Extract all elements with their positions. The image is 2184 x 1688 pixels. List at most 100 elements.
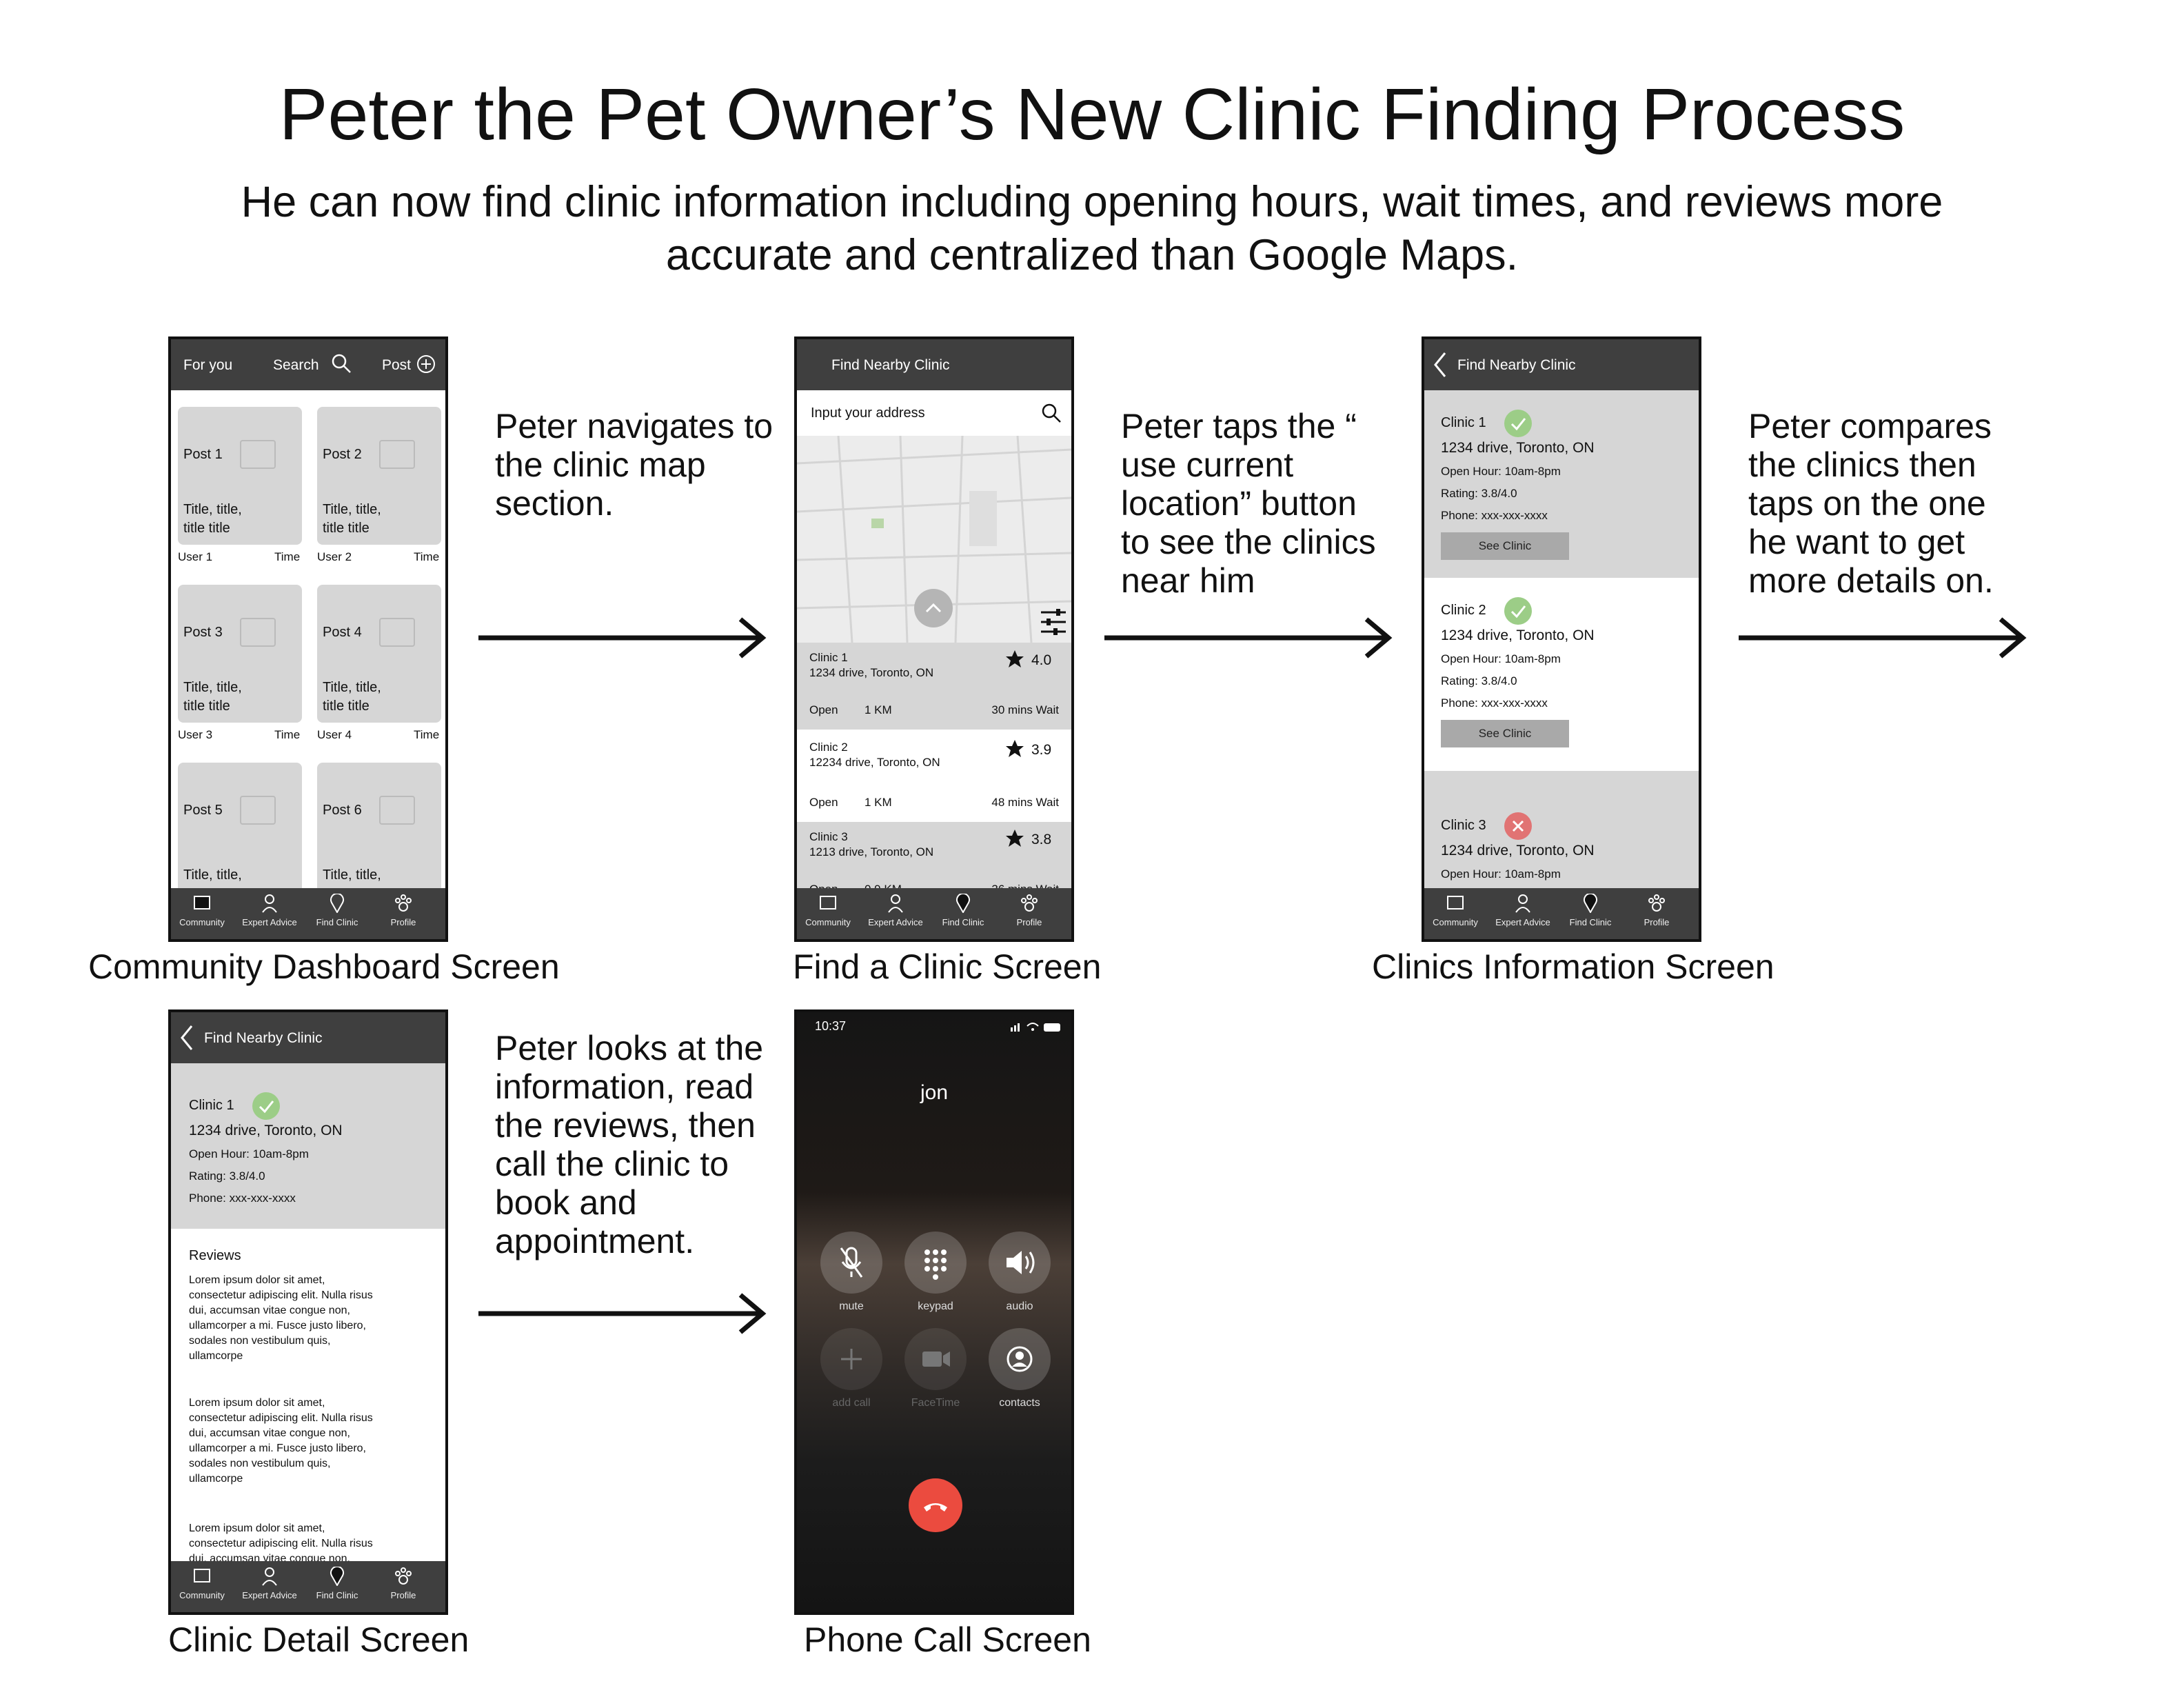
tab-community[interactable]: Community [797,894,859,927]
filter-icon[interactable] [1040,607,1067,637]
image-placeholder-icon [379,440,415,469]
star-icon [1006,650,1024,667]
tab-profile[interactable]: Profile [1626,894,1688,927]
chevron-up-icon [925,603,942,613]
post-card[interactable]: Post 2 Title, title, title title [317,407,441,545]
mute-label: mute [839,1300,864,1312]
paw-icon [395,1567,412,1585]
clinic-list-item[interactable]: Clinic 1 1234 drive, Toronto, ON 4.0 Ope… [797,643,1071,730]
clinic-info-panel: Clinic 1 1234 drive, Toronto, ON Open Ho… [171,1063,445,1229]
screen-caption: Phone Call Screen [804,1620,1091,1659]
bottom-tab-bar: Community Expert Advice Find Clinic Prof… [797,888,1071,939]
bottom-tab-bar: Community Expert Advice Find Clinic Prof… [1424,888,1699,939]
tab-profile[interactable]: Profile [372,894,434,927]
arrow-right-icon [1739,617,2027,659]
tab-profile[interactable]: Profile [372,1567,434,1600]
post-title: Post 5 [183,803,223,818]
clinic-list-item[interactable]: Clinic 3 1213 drive, Toronto, ON 3.8 Ope… [797,822,1071,898]
contact-name: jon [920,1081,949,1104]
hang-up-icon [924,1503,947,1511]
clinic-list-item[interactable]: Clinic 2 12234 drive, Toronto, ON 3.9 Op… [797,730,1071,822]
tab-find-clinic[interactable]: Find Clinic [932,894,994,927]
post-time: Time [414,550,440,563]
tab-expert-advice[interactable]: Expert Advice [239,894,301,927]
map-pin-icon [1584,894,1597,913]
audio-button[interactable] [989,1232,1051,1294]
post-text: Title, title, [323,867,381,883]
post-user: User 4 [317,728,352,741]
see-clinic-button[interactable]: See Clinic [1441,720,1569,747]
tab-expert-advice[interactable]: Expert Advice [865,894,927,927]
clinic-detail-screen: Find Nearby Clinic Clinic 1 1234 drive, … [168,1009,448,1615]
mute-button[interactable] [820,1232,882,1294]
search-icon[interactable] [331,353,352,374]
arrow-right-icon [478,1293,767,1334]
phone-call-screen: 10:37 jon mute keypad audio add call Fac… [794,1009,1074,1615]
clinic-card[interactable]: Clinic 3 1234 drive, Toronto, ON Open Ho… [1424,771,1699,895]
search-link[interactable]: Search [273,357,319,374]
post-title: Post 6 [323,803,362,818]
tab-find-clinic[interactable]: Find Clinic [1559,894,1621,927]
back-chevron-icon[interactable] [179,1025,194,1051]
post-title: Post 3 [183,625,223,640]
screen-caption: Community Dashboard Screen [88,947,560,986]
tab-expert-advice[interactable]: Expert Advice [1492,894,1554,927]
tab-expert-advice[interactable]: Expert Advice [239,1567,301,1600]
paw-icon [1021,894,1038,912]
top-bar: For you Search Post [171,339,445,390]
contacts-button[interactable] [989,1328,1051,1390]
screen-title: Find Nearby Clinic [204,1030,323,1046]
page-title: Peter the Pet Owner’s New Clinic Finding… [279,74,1905,155]
star-icon [1006,740,1024,757]
find-clinic-screen: Find Nearby Clinic Input your address Cl… [794,336,1074,942]
post-text: Title, title, [183,867,242,883]
contact-icon [1007,1346,1033,1372]
image-placeholder-icon [240,440,276,469]
back-chevron-icon[interactable] [1433,352,1448,378]
address-search-input[interactable]: Input your address [797,390,1071,436]
clinic-card[interactable]: Clinic 1 1234 drive, Toronto, ON Open Ho… [1424,390,1699,578]
post-text: Title, title, title title [323,680,381,714]
post-card[interactable]: Post 3 Title, title, title title [178,585,302,723]
plus-icon [841,1349,862,1369]
post-user: User 2 [317,550,352,563]
post-card[interactable]: Post 6 Title, title, [317,763,441,901]
add-call-label: add call [832,1397,871,1409]
tab-for-you[interactable]: For you [183,357,232,374]
status-time: 10:37 [815,1019,847,1033]
end-call-button[interactable] [909,1478,962,1532]
add-call-button[interactable] [820,1328,882,1390]
post-title: Post 4 [323,625,362,640]
community-dashboard-screen: For you Search Post Post 1 Title, title,… [168,336,448,942]
tab-find-clinic[interactable]: Find Clinic [306,1567,368,1600]
plus-circle-icon[interactable] [416,354,436,374]
map-pin-icon [956,894,970,913]
post-card[interactable]: Post 1 Title, title, title title [178,407,302,545]
screen-caption: Find a Clinic Screen [793,947,1102,986]
post-text: Title, title, title title [323,502,381,536]
star-icon [1006,830,1024,847]
search-icon[interactable] [1041,403,1062,423]
post-card[interactable]: Post 4 Title, title, title title [317,585,441,723]
post-link[interactable]: Post [382,357,411,374]
see-clinic-button[interactable]: See Clinic [1441,532,1569,560]
top-bar: Find Nearby Clinic [797,339,1071,390]
keypad-icon [924,1249,947,1280]
current-location-button[interactable] [914,589,953,627]
facetime-button[interactable] [904,1328,967,1390]
tab-profile[interactable]: Profile [998,894,1060,927]
map-pin-icon [330,1567,344,1586]
paw-icon [1648,894,1665,912]
top-bar: Find Nearby Clinic [1424,339,1699,390]
post-title: Post 1 [183,447,223,462]
post-card[interactable]: Post 5 Title, title, [178,763,302,901]
tab-community[interactable]: Community [171,1567,233,1600]
tab-community[interactable]: Community [171,894,233,927]
screen-title: Find Nearby Clinic [1457,357,1576,373]
tab-find-clinic[interactable]: Find Clinic [306,894,368,927]
post-text: Title, title, title title [183,680,242,714]
review-text: Lorem ipsum dolor sit amet, consectetur a… [189,1523,373,1565]
clinic-card[interactable]: Clinic 2 1234 drive, Toronto, ON Open Ho… [1424,578,1699,771]
tab-community[interactable]: Community [1424,894,1486,927]
keypad-button[interactable] [904,1232,967,1294]
